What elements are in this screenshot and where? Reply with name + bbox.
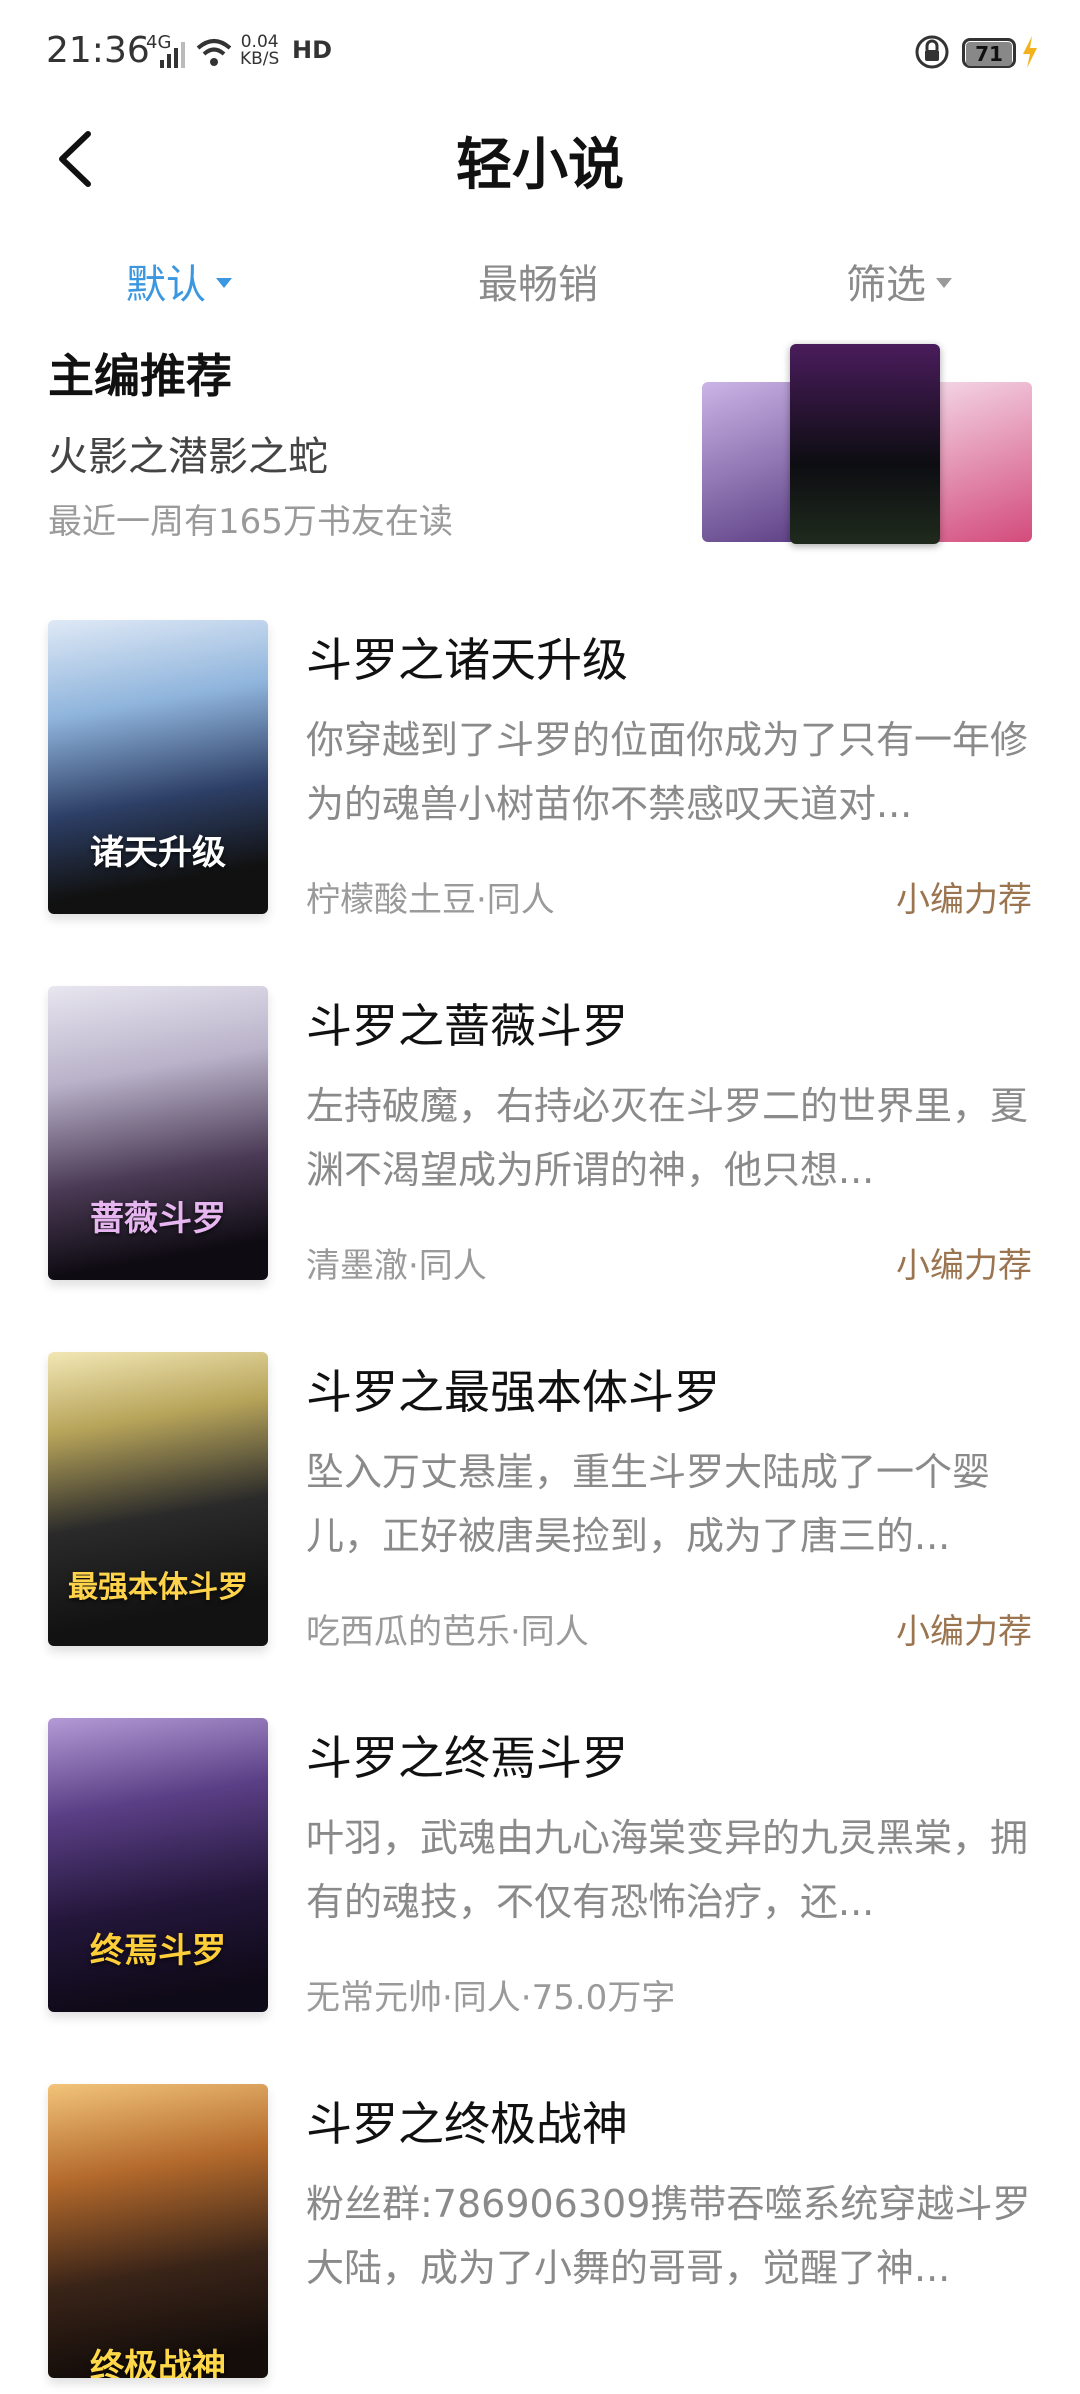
page-title: 轻小说 [456, 133, 624, 198]
dropdown-caret-icon [936, 278, 952, 288]
book-item[interactable]: 最强本体斗罗 斗罗之最强本体斗罗 坠入万丈悬崖，重生斗罗大陆成了一个婴儿，正好被… [0, 1352, 1080, 1662]
battery-icon: 71 [962, 38, 1016, 68]
book-title: 斗罗之终焉斗罗 [306, 1731, 628, 1785]
cover-title: 蔷薇斗罗 [90, 1199, 226, 1239]
book-cover: 终焉斗罗 [48, 1718, 268, 2012]
editor-pick-book: 火影之潜影之蛇 [48, 434, 328, 480]
book-title: 斗罗之终极战神 [306, 2097, 628, 2151]
cover-title: 诸天升级 [90, 833, 226, 873]
dropdown-caret-icon [216, 278, 232, 288]
cover-title: 终极战神 [90, 2347, 226, 2378]
status-time: 21:36 [46, 30, 150, 71]
book-meta: 吃西瓜的芭乐·同人 [306, 1612, 589, 1652]
cover-title: 最强本体斗罗 [68, 1570, 248, 1605]
book-meta: 柠檬酸土豆·同人 [306, 880, 555, 920]
tab-bestseller[interactable]: 最畅销 [478, 240, 598, 330]
hd-icon: HD [292, 36, 333, 64]
tab-default[interactable]: 默认 [126, 240, 232, 330]
editor-pick-readers: 最近一周有165万书友在读 [48, 502, 453, 542]
recommend-badge: 小编力荐 [896, 880, 1032, 920]
book-description: 坠入万丈悬崖，重生斗罗大陆成了一个婴儿，正好被唐昊捡到，成为了唐三的... [306, 1450, 991, 1558]
tab-filter[interactable]: 筛选 [846, 240, 952, 330]
tab-filter-label: 筛选 [846, 262, 926, 308]
recommend-badge: 小编力荐 [896, 1246, 1032, 1286]
book-cover-thumb [790, 344, 940, 544]
book-description: 粉丝群:786906309携带吞噬系统穿越斗罗大陆，成为了小舞的哥哥，觉醒了神.… [306, 2182, 1031, 2290]
book-cover: 蔷薇斗罗 [48, 986, 268, 1280]
top-app-bar: 轻小说 [0, 110, 1080, 230]
recommend-badge: 小编力荐 [896, 1612, 1032, 1652]
network-speed: 0.04 KB/S [240, 34, 279, 68]
editor-pick-heading: 主编推荐 [48, 349, 232, 403]
book-title: 斗罗之诸天升级 [306, 633, 628, 687]
book-item[interactable]: 终极战神 斗罗之终极战神 粉丝群:786906309携带吞噬系统穿越斗罗大陆，成… [0, 2084, 1080, 2394]
book-description: 你穿越到了斗罗的位面你成为了只有一年修为的魂兽小树苗你不禁感叹天道对... [306, 718, 1029, 826]
wifi-icon [196, 39, 232, 66]
book-meta: 清墨澈·同人 [306, 1246, 487, 1286]
book-item[interactable]: 蔷薇斗罗 斗罗之蔷薇斗罗 左持破魔，右持必灭在斗罗二的世界里，夏渊不渴望成为所谓… [0, 986, 1080, 1296]
book-item[interactable]: 终焉斗罗 斗罗之终焉斗罗 叶羽，武魂由九心海棠变异的九灵黑棠，拥有的魂技，不仅有… [0, 1718, 1080, 2028]
tab-default-label: 默认 [126, 262, 206, 308]
sort-tabs: 默认 最畅销 筛选 [0, 240, 1080, 340]
speed-unit: KB/S [240, 49, 280, 69]
book-item[interactable]: 诸天升级 斗罗之诸天升级 你穿越到了斗罗的位面你成为了只有一年修为的魂兽小树苗你… [0, 620, 1080, 930]
book-cover: 诸天升级 [48, 620, 268, 914]
cover-stack [700, 340, 1040, 550]
book-meta: 无常元帅·同人·75.0万字 [306, 1978, 676, 2018]
charging-icon [1023, 36, 1037, 68]
book-description: 叶羽，武魂由九心海棠变异的九灵黑棠，拥有的魂技，不仅有恐怖治疗，还... [306, 1816, 1029, 1924]
signal-icon [160, 42, 185, 68]
editor-pick-banner[interactable]: 主编推荐 火影之潜影之蛇 最近一周有165万书友在读 [0, 340, 1080, 570]
status-bar: 21:36 4G 0.04 KB/S HD 71 [0, 0, 1080, 110]
rotation-lock-icon [915, 35, 949, 69]
book-title: 斗罗之最强本体斗罗 [306, 1365, 720, 1419]
book-description: 左持破魔，右持必灭在斗罗二的世界里，夏渊不渴望成为所谓的神，他只想... [306, 1084, 1029, 1192]
cover-title: 终焉斗罗 [90, 1931, 226, 1971]
book-cover: 最强本体斗罗 [48, 1352, 268, 1646]
battery-level: 71 [966, 42, 1012, 66]
book-cover: 终极战神 [48, 2084, 268, 2378]
book-title: 斗罗之蔷薇斗罗 [306, 999, 628, 1053]
tab-bestseller-label: 最畅销 [478, 262, 598, 308]
